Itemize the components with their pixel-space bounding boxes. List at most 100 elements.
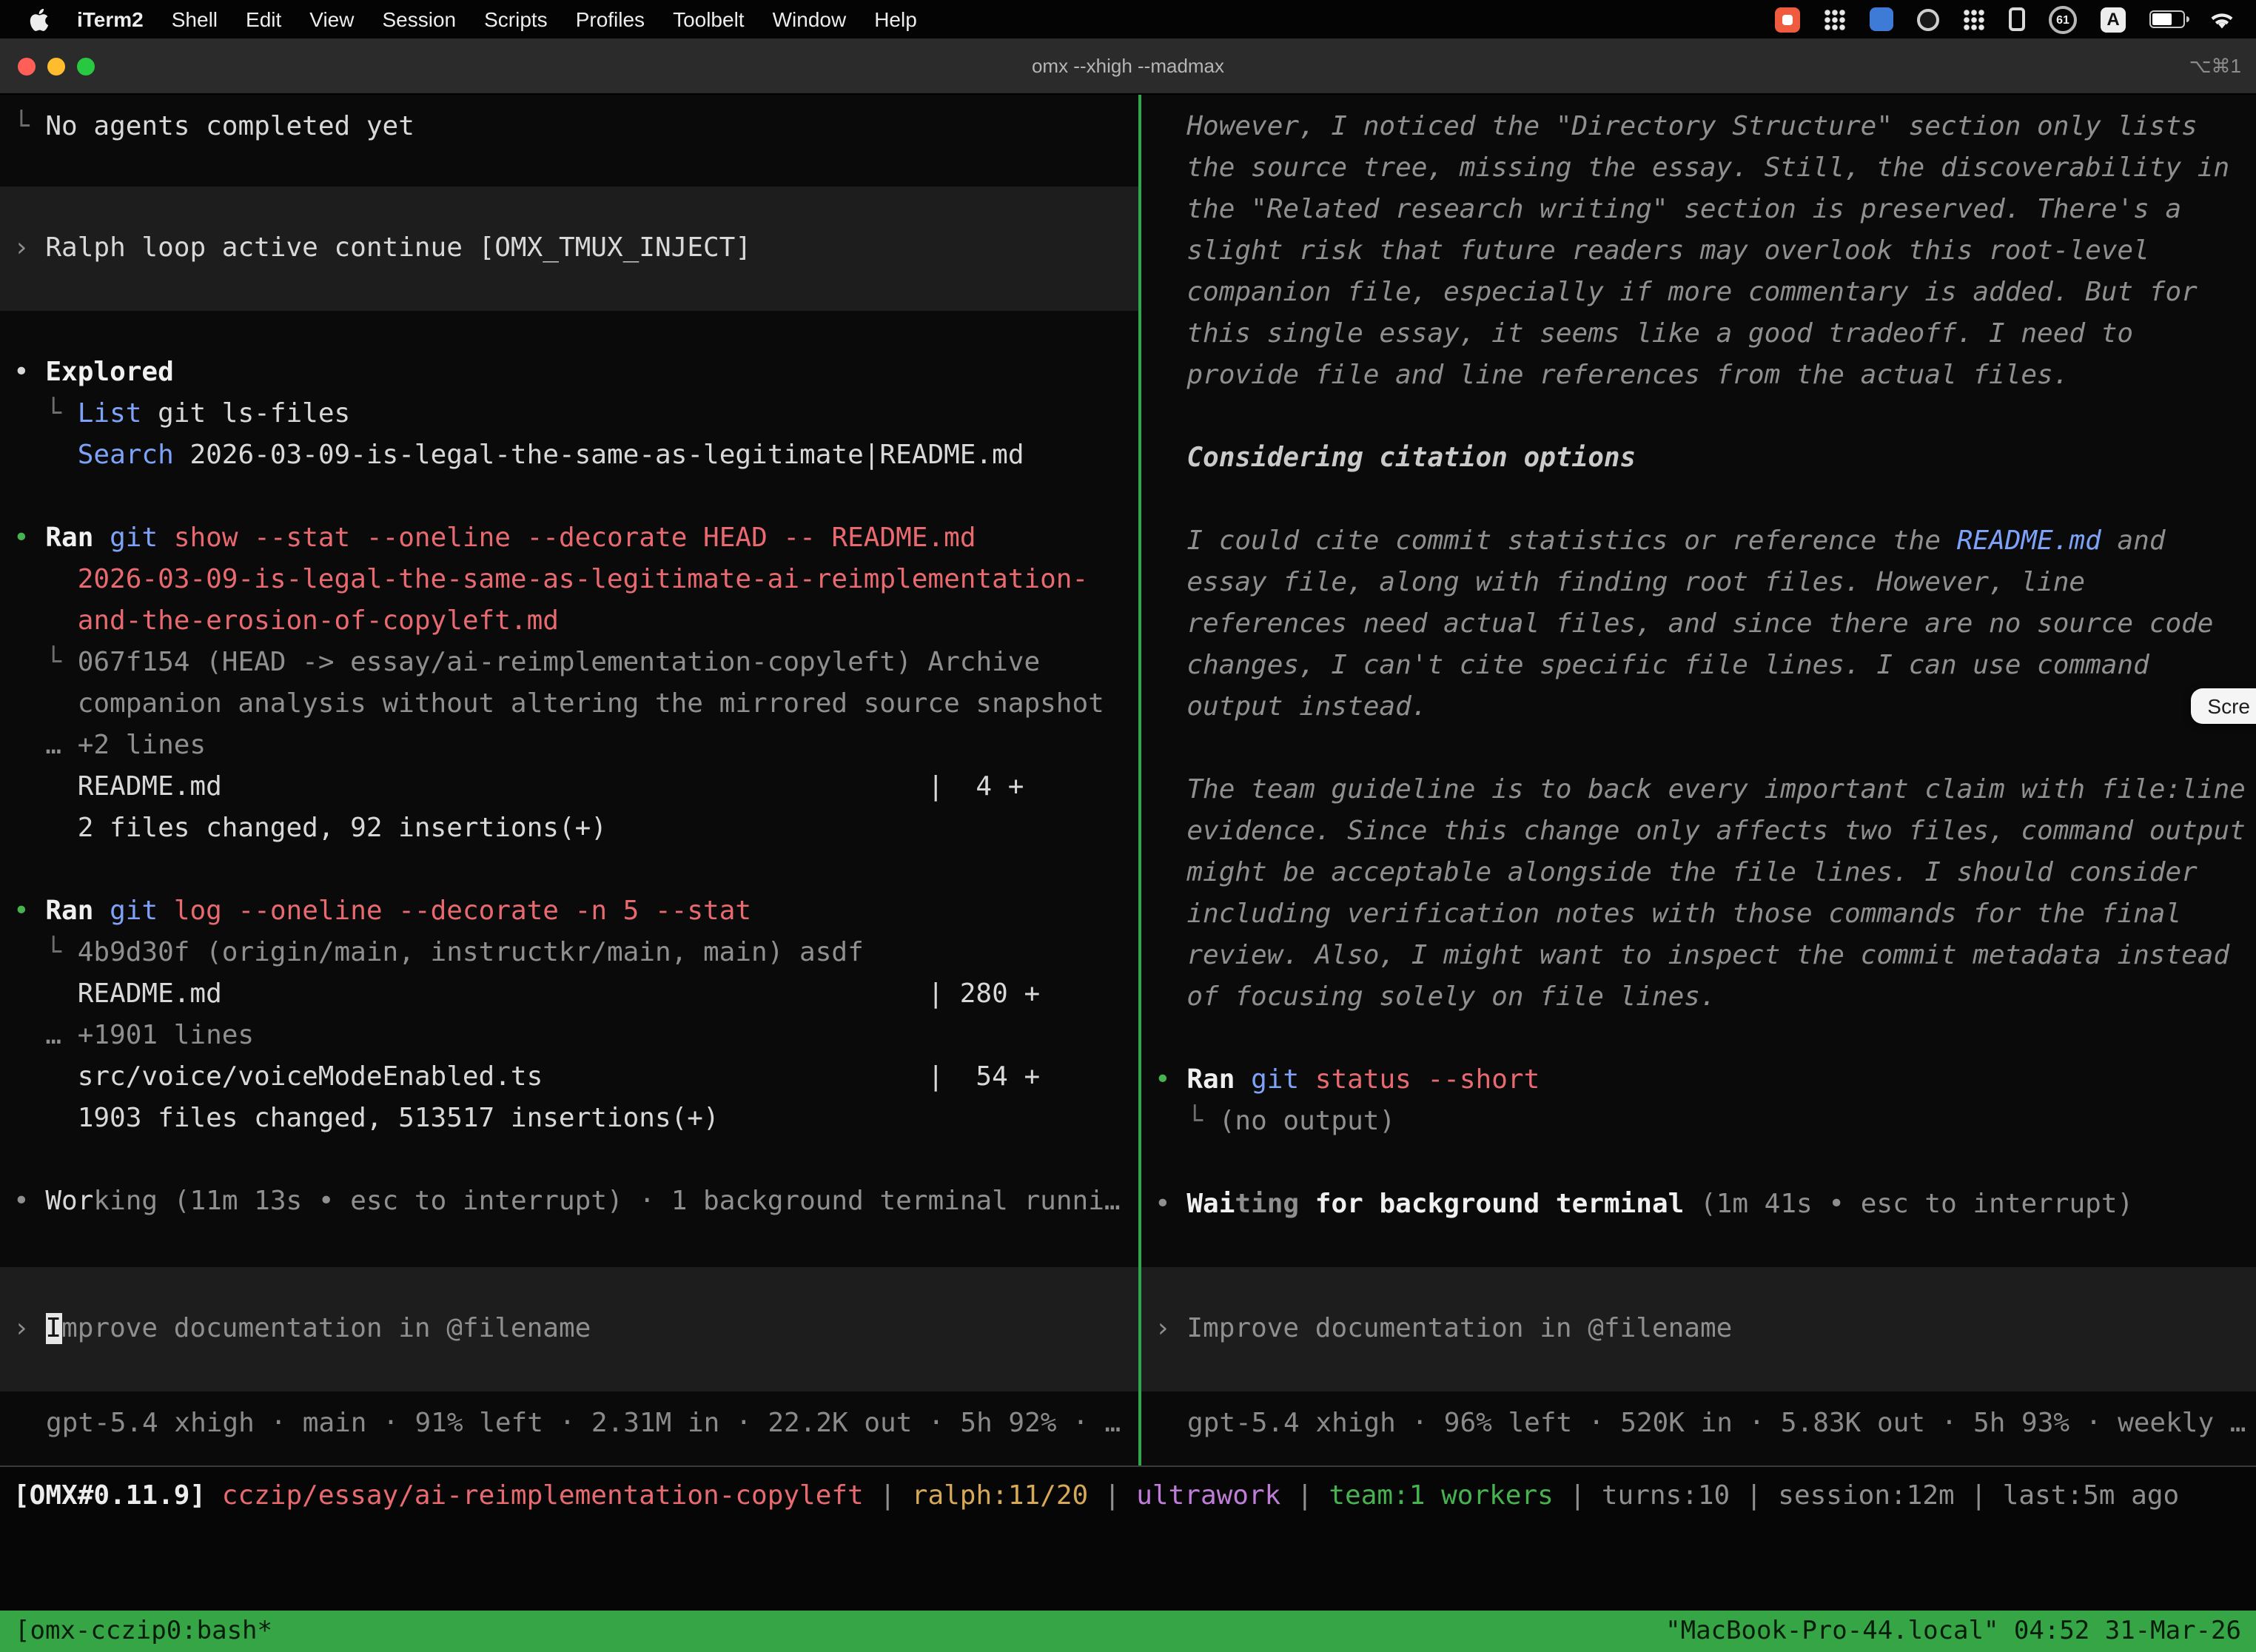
text-segment: … +1901 lines	[13, 1020, 254, 1051]
blue-app-icon[interactable]	[1870, 7, 1893, 31]
text-segment: git	[110, 523, 174, 554]
text-segment: essay file, along with finding root file…	[1155, 567, 2085, 598]
terminal-line: provide file and line references from th…	[1141, 355, 2256, 397]
window-titlebar[interactable]: omx --xhigh --madmax ⌥⌘1	[0, 38, 2256, 95]
bottom-gap	[0, 1525, 2256, 1611]
window-title: omx --xhigh --madmax	[0, 55, 2256, 77]
text-segment: README.md	[1957, 526, 2101, 557]
terminal-line: └ 067f154 (HEAD -> essay/ai-reimplementa…	[0, 642, 1138, 684]
left-input-text: › Improve documentation in @filename	[0, 1309, 591, 1350]
text-segment: provide file and line references from th…	[1155, 360, 2069, 391]
text-segment: team:1 workers	[1329, 1480, 1553, 1511]
battery-icon[interactable]	[2149, 10, 2185, 28]
terminal-line: README.md | 280 +	[0, 974, 1138, 1015]
terminal-line	[1141, 1143, 2256, 1184]
menu-item-profiles[interactable]: Profiles	[576, 7, 645, 31]
terminal-line: However, I noticed the "Directory Struct…	[1141, 107, 2256, 148]
text-segment: including verification notes with those …	[1155, 899, 2181, 930]
phone-app-icon[interactable]	[2009, 7, 2025, 31]
battery-percent-icon[interactable]: 61	[2049, 5, 2077, 33]
menu-item-view[interactable]: View	[309, 7, 354, 31]
text-segment: |	[1955, 1480, 2003, 1511]
text-segment: Considering citation options	[1155, 443, 1636, 474]
terminal-line: and-the-erosion-of-copyleft.md	[0, 601, 1138, 642]
text-segment: 2026-03-09-is-legal-the-same-as-legitima…	[13, 564, 1088, 595]
text-segment: and-the-erosion-of-copyleft.md	[13, 605, 559, 637]
terminal-line	[1141, 728, 2256, 770]
terminal-line: • Waiting for background terminal (1m 41…	[1141, 1184, 2256, 1226]
text-segment: •	[13, 357, 45, 388]
text-segment: slight risk that future readers may over…	[1155, 235, 2149, 266]
text-segment: README.md | 280 +	[13, 978, 1040, 1010]
tmux-host-clock: "MacBook-Pro-44.local" 04:52 31-Mar-26	[1665, 1616, 2241, 1646]
text-segment	[13, 440, 78, 471]
omx-status-text: [OMX#0.11.9] cczip/essay/ai-reimplementa…	[0, 1475, 2179, 1517]
spacer	[0, 95, 1138, 107]
menu-item-scripts[interactable]: Scripts	[484, 7, 548, 31]
text-segment: evidence. Since this change only affects…	[1155, 816, 2246, 847]
terminal-line: I could cite commit statistics or refere…	[1141, 521, 2256, 563]
spacer	[0, 148, 1138, 187]
terminal-panes: └ No agents completed yet › Ralph loop ac…	[0, 95, 2256, 1465]
terminal-line	[0, 1140, 1138, 1181]
apple-menu[interactable]	[30, 8, 49, 30]
apple-logo-icon	[30, 8, 49, 30]
terminal-line	[0, 850, 1138, 891]
text-segment: the source tree, missing the essay. Stil…	[1155, 152, 2229, 184]
left-pane[interactable]: └ No agents completed yet › Ralph loop ac…	[0, 95, 1141, 1465]
terminal-line: • Explored	[0, 352, 1138, 394]
text-segment: references need actual files, and since …	[1155, 608, 2214, 639]
text-segment: companion analysis without altering the …	[13, 688, 1104, 719]
right-prompt-input[interactable]: › Improve documentation in @filename	[1141, 1267, 2256, 1391]
dots-grid-icon[interactable]	[1963, 8, 1985, 30]
left-prompt-input[interactable]: › Improve documentation in @filename	[0, 1267, 1138, 1391]
menu-item-shell[interactable]: Shell	[172, 7, 218, 31]
spacer	[1141, 95, 2256, 107]
wifi-icon[interactable]	[2209, 10, 2235, 29]
menu-item-edit[interactable]: Edit	[246, 7, 281, 31]
text-segment: |	[1088, 1480, 1136, 1511]
tmux-session-label: [omx-cczip0:bash*	[15, 1616, 272, 1646]
dark-app-icon[interactable]	[1917, 8, 1939, 30]
menu-item-help[interactable]: Help	[874, 7, 917, 31]
text-segment: (no output)	[1219, 1106, 1395, 1137]
terminal-line	[1141, 480, 2256, 521]
text-segment: Ran	[45, 896, 110, 927]
terminal-line: • Working (11m 13s • esc to interrupt) ·…	[0, 1181, 1138, 1223]
terminal-line: └ (no output)	[1141, 1101, 2256, 1143]
menu-item-window[interactable]: Window	[773, 7, 847, 31]
text-segment: List	[78, 398, 142, 429]
menu-item-iterm2[interactable]: iTerm2	[77, 7, 144, 31]
text-segment: No agents completed yet	[45, 111, 414, 142]
terminal-line: └ List git ls-files	[0, 394, 1138, 435]
terminal-line: • Ran git status --short	[1141, 1060, 2256, 1101]
text-segment: session:12m	[1778, 1480, 1954, 1511]
text-segment: king	[93, 1186, 158, 1217]
zoom-button[interactable]	[77, 57, 95, 75]
text-segment: git	[1251, 1064, 1315, 1095]
text-segment: └	[13, 111, 45, 142]
text-segment: [OMX#0.11.9]	[13, 1480, 222, 1511]
terminal-line: output instead.	[1141, 687, 2256, 728]
terminal-line: slight risk that future readers may over…	[1141, 231, 2256, 272]
menu-item-toolbelt[interactable]: Toolbelt	[673, 7, 745, 31]
grid-app-icon[interactable]	[1824, 8, 1846, 30]
input-source-icon[interactable]: A	[2101, 7, 2126, 32]
text-segment: log --oneline --decorate -n 5 --stat	[174, 896, 751, 927]
menu-item-session[interactable]: Session	[382, 7, 456, 31]
terminal-line: changes, I can't cite specific file line…	[1141, 645, 2256, 687]
traffic-lights	[0, 57, 95, 75]
terminal-line: companion analysis without altering the …	[0, 684, 1138, 725]
terminal-line	[1141, 397, 2256, 438]
terminal-line: might be acceptable alongside the file l…	[1141, 853, 2256, 894]
text-segment: ›	[13, 1313, 45, 1344]
terminal-line: › Ralph loop active continue [OMX_TMUX_I…	[0, 228, 751, 269]
screen-sharing-overlay[interactable]: Scre	[2191, 688, 2256, 724]
terminal-line: └ No agents completed yet	[0, 107, 1138, 148]
text-segment: •	[1155, 1189, 1186, 1220]
close-button[interactable]	[18, 57, 36, 75]
terminal-line: evidence. Since this change only affects…	[1141, 811, 2256, 853]
right-pane[interactable]: However, I noticed the "Directory Struct…	[1141, 95, 2256, 1465]
minimize-button[interactable]	[47, 57, 65, 75]
screen-recording-icon[interactable]	[1775, 7, 1800, 32]
